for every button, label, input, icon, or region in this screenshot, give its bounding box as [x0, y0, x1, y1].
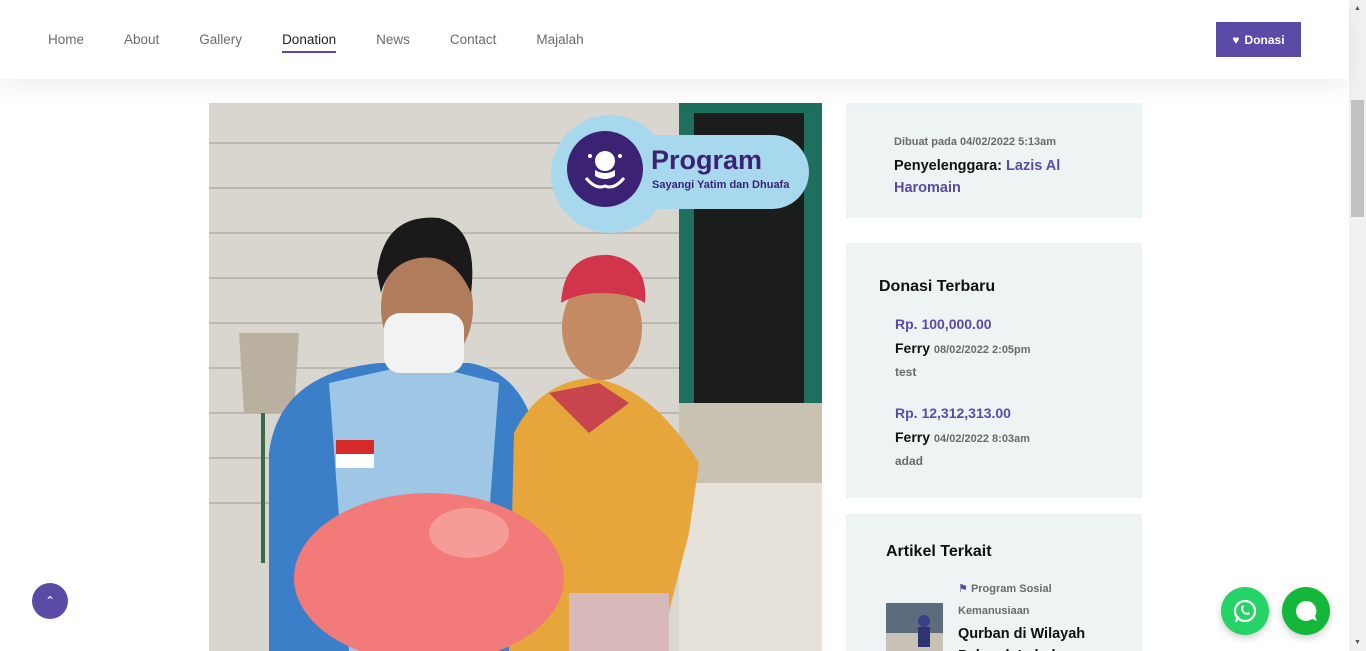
- scroll-to-top-button[interactable]: ⌃: [32, 583, 68, 619]
- scrollbar-thumb[interactable]: [1351, 100, 1364, 217]
- main-nav: Home About Gallery Donation News Contact…: [48, 0, 624, 79]
- donation-message: adad: [895, 454, 924, 468]
- tag-icon: ⚑: [958, 583, 968, 595]
- page-scrollbar[interactable]: ▲ ▼: [1349, 0, 1366, 651]
- live-chat-button[interactable]: [1282, 587, 1330, 635]
- donation-donor: Ferry 08/02/2022 2:05pm: [895, 340, 1031, 356]
- article-category[interactable]: ⚑ Program Sosial Kemanusiaan: [958, 578, 1108, 622]
- donation-message: test: [895, 365, 917, 379]
- related-articles-card: Artikel Terkait ⚑ Program Sosial Kemanus…: [846, 514, 1142, 651]
- donor-name: Ferry: [895, 429, 931, 445]
- nav-contact[interactable]: Contact: [450, 32, 497, 47]
- recent-donations-title: Donasi Terbaru: [879, 278, 996, 295]
- donation-time: 04/02/2022 8:03am: [933, 433, 1030, 445]
- nav-news[interactable]: News: [376, 32, 410, 47]
- nav-about[interactable]: About: [124, 32, 159, 47]
- organizer: Penyelenggara: Lazis Al Haromain: [894, 155, 1104, 199]
- article-category-label: Program Sosial Kemanusiaan: [958, 583, 1052, 617]
- donation-item: Rp. 100,000.00 Ferry 08/02/2022 2:05pm t…: [895, 316, 1031, 379]
- whatsapp-icon: [1233, 599, 1257, 623]
- campaign-info-card: Dibuat pada 04/02/2022 5:13am Penyelengg…: [846, 103, 1142, 218]
- related-articles-title: Artikel Terkait: [886, 543, 992, 560]
- article-thumbnail[interactable]: [886, 603, 943, 651]
- campaign-photo: Program Sayangi Yatim dan Dhuafa: [209, 103, 822, 651]
- donation-time: 08/02/2022 2:05pm: [933, 344, 1031, 356]
- created-date: Dibuat pada 04/02/2022 5:13am: [894, 136, 1057, 148]
- donate-button[interactable]: ♥ Donasi: [1216, 22, 1301, 57]
- donation-item: Rp. 12,312,313.00 Ferry 04/02/2022 8:03a…: [895, 405, 1030, 468]
- donate-button-label: Donasi: [1244, 32, 1285, 47]
- chevron-up-icon: ⌃: [44, 594, 56, 608]
- organizer-label: Penyelenggara:: [894, 158, 1002, 174]
- donation-amount: Rp. 12,312,313.00: [895, 405, 1011, 421]
- donor-name: Ferry: [895, 340, 931, 356]
- nav-home[interactable]: Home: [48, 32, 84, 47]
- scroll-up-arrow-icon[interactable]: ▲: [1349, 0, 1366, 17]
- heart-icon: ♥: [1232, 32, 1240, 47]
- chat-bubble-icon: [1296, 600, 1317, 621]
- donation-amount: Rp. 100,000.00: [895, 316, 992, 332]
- program-badge-title: Program: [651, 145, 763, 175]
- whatsapp-button[interactable]: [1221, 587, 1269, 635]
- program-badge-subtitle: Sayangi Yatim dan Dhuafa: [652, 179, 790, 191]
- scroll-down-arrow-icon[interactable]: ▼: [1349, 634, 1366, 651]
- caring-hands-icon: [567, 131, 643, 207]
- nav-donation[interactable]: Donation: [282, 32, 337, 53]
- nav-majalah[interactable]: Majalah: [536, 32, 583, 47]
- site-header: Home About Gallery Donation News Contact…: [0, 0, 1349, 79]
- recent-donations-card: Donasi Terbaru Rp. 100,000.00 Ferry 08/0…: [846, 243, 1142, 498]
- nav-gallery[interactable]: Gallery: [199, 32, 242, 47]
- donation-donor: Ferry 04/02/2022 8:03am: [895, 429, 1030, 445]
- article-title[interactable]: Qurban di Wilayah Pelosok Lebak: [958, 623, 1118, 651]
